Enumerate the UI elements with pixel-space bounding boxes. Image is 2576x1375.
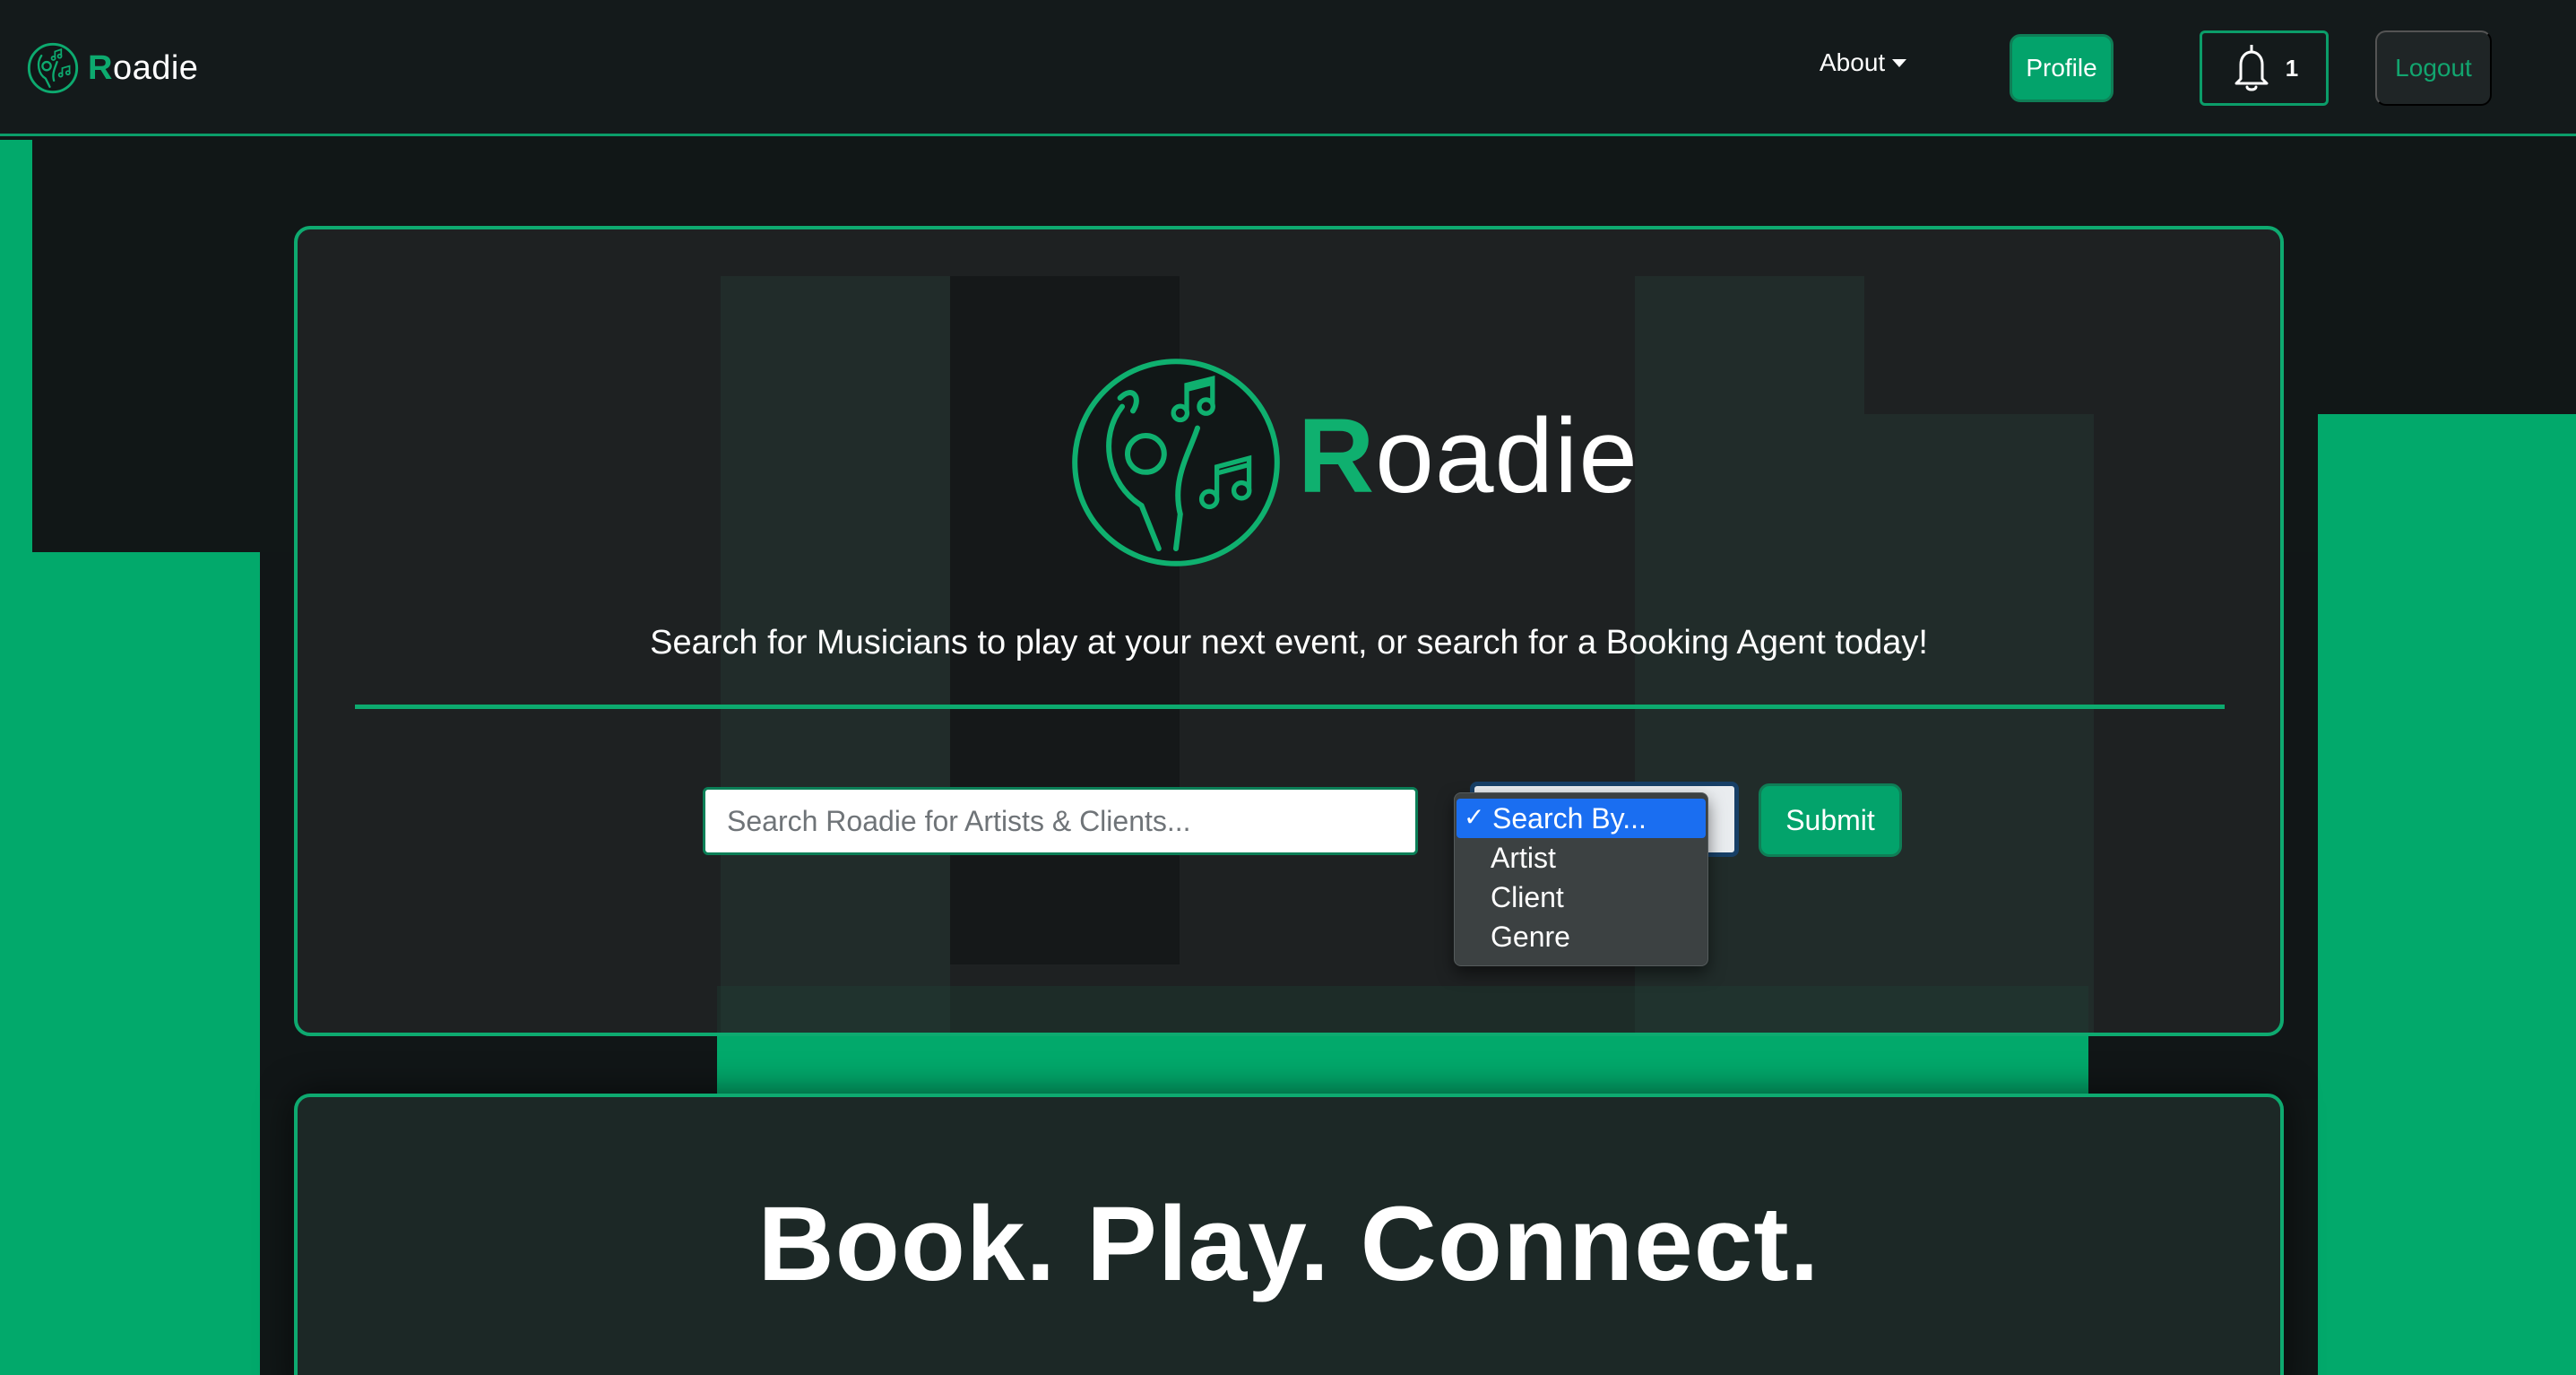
slogan-heading: Book. Play. Connect.	[757, 1185, 1820, 1303]
brand-name: Roadie	[88, 49, 198, 88]
option-label: Search By...	[1492, 801, 1647, 835]
option-label: Client	[1491, 880, 1564, 913]
hero-divider	[355, 705, 2225, 709]
background-block	[0, 552, 260, 1375]
notifications-button[interactable]: 1	[2200, 30, 2329, 106]
caret-down-icon	[1892, 58, 1907, 67]
search-by-option[interactable]: ✓ Search By...	[1457, 799, 1706, 838]
background-block	[2318, 414, 2576, 1375]
roadie-logo-icon	[27, 42, 79, 94]
search-by-dropdown-menu: ✓ Search By... Artist Client Genre	[1454, 792, 1708, 966]
option-label: Genre	[1491, 920, 1570, 953]
option-label: Artist	[1491, 841, 1556, 874]
search-input[interactable]	[703, 787, 1418, 855]
brand-initial: R	[88, 48, 113, 87]
search-by-option[interactable]: Artist	[1455, 838, 1707, 878]
submit-button[interactable]: Submit	[1759, 783, 1902, 857]
logout-button[interactable]: Logout	[2375, 30, 2492, 106]
notification-count: 1	[2285, 54, 2299, 82]
hero-search-card: Roadie Search for Musicians to play at y…	[294, 226, 2284, 1036]
top-navbar: Roadie About Profile 1 Logout	[0, 0, 2576, 136]
search-by-option[interactable]: Genre	[1455, 917, 1707, 956]
hero-title-rest: oadie	[1375, 397, 1638, 515]
hero-inner: Roadie Search for Musicians to play at y…	[298, 229, 2280, 1033]
checkmark-icon: ✓	[1464, 803, 1485, 831]
search-by-option[interactable]: Client	[1455, 878, 1707, 917]
profile-button[interactable]: Profile	[2010, 34, 2114, 102]
bell-icon	[2235, 45, 2269, 91]
hero-title-initial: R	[1298, 397, 1376, 515]
card-background-block	[1864, 414, 2094, 1033]
slogan-card: Book. Play. Connect.	[294, 1094, 2284, 1375]
brand-link[interactable]: Roadie	[27, 41, 198, 95]
hero-title: Roadie	[1298, 403, 1638, 509]
about-dropdown[interactable]: About	[1820, 48, 1907, 77]
about-label: About	[1820, 48, 1886, 76]
hero-tagline: Search for Musicians to play at your nex…	[650, 624, 1928, 662]
brand-rest: oadie	[112, 48, 199, 87]
roadie-logo-icon	[1072, 359, 1280, 566]
